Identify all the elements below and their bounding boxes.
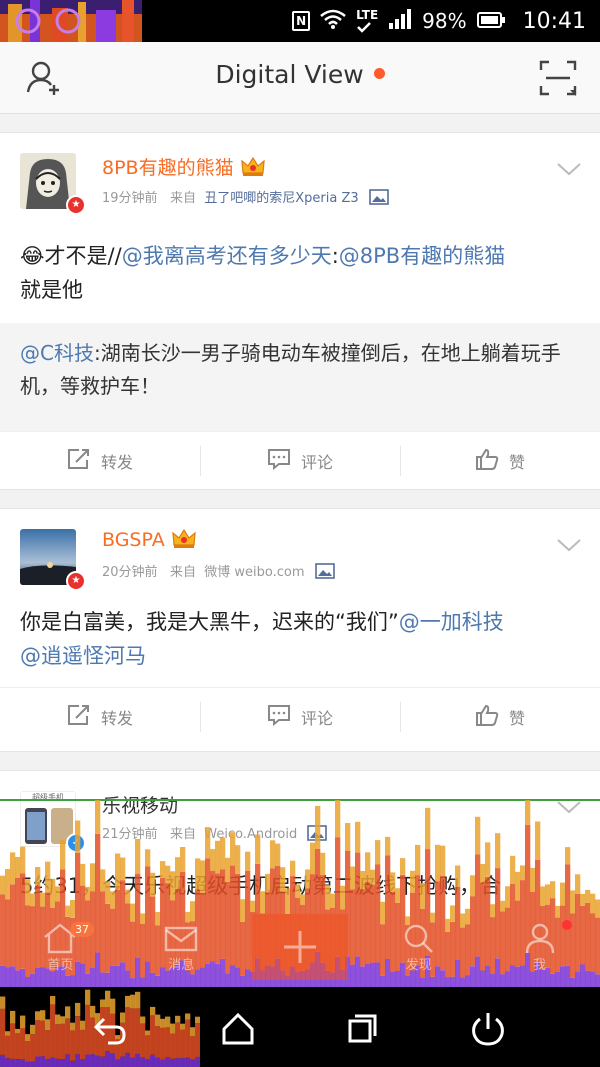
network-type-label: LTE [356,8,379,22]
source-label: 来自 [169,565,196,580]
post-source[interactable]: 微博 weibo.com [204,565,304,580]
repost-text: @C科技:湖南长沙一男子骑电动车被撞倒后，在地上躺着玩手机，等救护车！ [20,337,582,403]
laughing-emoji-icon: 😂 [20,244,45,268]
status-indicators: N LTE 98% 10:41 [292,0,586,42]
mention-link[interactable]: @8PB有趣的熊猫 [339,244,505,268]
app-header: Digital View [0,42,600,114]
mention-link[interactable]: @我离高考还有多少天 [122,244,332,268]
header-title[interactable]: Digital View [0,60,600,89]
battery-percent: 98% [422,9,467,33]
lte-icon: LTE [356,9,378,33]
repost-icon [67,448,91,474]
tab-discover[interactable]: 发现 [358,904,479,990]
image-icon [314,563,335,583]
post-time: 20分钟前 [102,565,158,580]
wifi-icon [320,9,346,34]
unread-count-badge: 37 [70,922,94,937]
power-icon[interactable] [468,1009,508,1049]
source-label: 来自 [169,191,196,206]
tab-messages[interactable]: 消息 [121,904,242,990]
author-name[interactable]: BGSPA [102,527,197,551]
repost-icon [67,704,91,730]
battery-icon [476,9,505,33]
compose-button[interactable] [251,914,349,980]
signal-icon [388,8,412,34]
recent-apps-icon[interactable] [342,1009,382,1049]
header-title-text: Digital View [215,60,364,89]
reposted-content[interactable]: @C科技:湖南长沙一男子骑电动车被撞倒后，在地上躺着玩手机，等救护车！ [0,323,600,431]
post-card[interactable]: ★ BGSPA 20分钟前 来自 微博 weibo.com 你是白富美，我是大黑… [0,508,600,752]
comment-label: 评论 [300,708,333,728]
like-button[interactable]: 赞 [400,432,600,489]
post-text-part: 才不是// [44,244,122,268]
bottom-tab-bar: 首页 37 消息 发现 我 [0,904,600,990]
like-button[interactable]: 赞 [400,688,600,745]
author-name-text: 8PB有趣的熊猫 [102,157,234,179]
clock: 10:41 [522,8,586,34]
tab-me[interactable]: 我 [479,904,600,990]
post-meta: 20分钟前 来自 微博 weibo.com [102,561,335,583]
tab-home-label: 首页 [47,957,74,973]
comment-button[interactable]: 评论 [200,432,400,489]
post-time: 19分钟前 [102,191,158,206]
image-icon [368,189,389,209]
crown-icon [171,527,197,549]
mention-link[interactable]: @一加科技 [399,610,504,634]
comment-button[interactable]: 评论 [200,688,400,745]
post-meta: 19分钟前 来自 丑了吧唧的索尼Xperia Z3 [102,187,389,209]
notification-dot [561,920,572,930]
verified-badge: ★ [66,195,86,215]
tab-me-label: 我 [533,957,547,973]
nfc-icon: N [292,11,311,31]
repost-label: 转发 [100,708,133,728]
tab-home[interactable]: 首页 37 [0,904,121,990]
notification-dot [373,68,385,79]
chevron-down-icon[interactable] [556,161,582,177]
like-label: 赞 [508,452,525,472]
status-bar: N LTE 98% 10:41 [0,0,600,42]
crown-icon [240,155,266,177]
home-icon[interactable] [218,1009,258,1049]
post-actions: 转发 评论 赞 [0,687,600,745]
repost-button[interactable]: 转发 [0,688,200,745]
comment-icon [267,704,291,730]
repost-button[interactable]: 转发 [0,432,200,489]
scan-icon[interactable] [538,58,578,98]
tab-messages-label: 消息 [168,957,195,973]
like-label: 赞 [508,708,525,728]
tab-discover-label: 发现 [405,957,432,973]
comment-icon [267,448,291,474]
post-text: 你是白富美，我是大黑牛，迟来的“我们”@一加科技 @逍遥怪河马 [20,605,582,673]
post-text-part: 你是白富美，我是大黑牛，迟来的“我们” [20,610,399,634]
mention-link[interactable]: @逍遥怪河马 [20,644,146,668]
author-name-text: BGSPA [102,529,165,551]
author-name[interactable]: 8PB有趣的熊猫 [102,153,266,180]
comment-label: 评论 [300,452,333,472]
thumbs-up-icon [475,448,499,474]
verified-badge: ★ [66,571,86,591]
post-text-part: : [331,244,339,268]
mention-link[interactable]: @C科技 [20,341,94,365]
system-nav-bar [0,987,600,1067]
repost-label: 转发 [100,452,133,472]
thumbs-up-icon [475,704,499,730]
repost-body: :湖南长沙一男子骑电动车被撞倒后，在地上躺着玩手机，等救护车！ [20,341,561,398]
gpu-profile-overlay [0,0,142,42]
post-source[interactable]: 丑了吧唧的索尼Xperia Z3 [204,191,358,206]
post-text-part: 就是他 [20,278,83,302]
chevron-down-icon[interactable] [556,537,582,553]
back-icon[interactable] [90,1009,130,1049]
post-card[interactable]: ★ 8PB有趣的熊猫 19分钟前 来自 丑了吧唧的索尼Xperia Z3 😂才不… [0,132,600,490]
post-text: 😂才不是//@我离高考还有多少天:@8PB有趣的熊猫就是他 [20,239,582,307]
post-actions: 转发 评论 赞 [0,431,600,489]
